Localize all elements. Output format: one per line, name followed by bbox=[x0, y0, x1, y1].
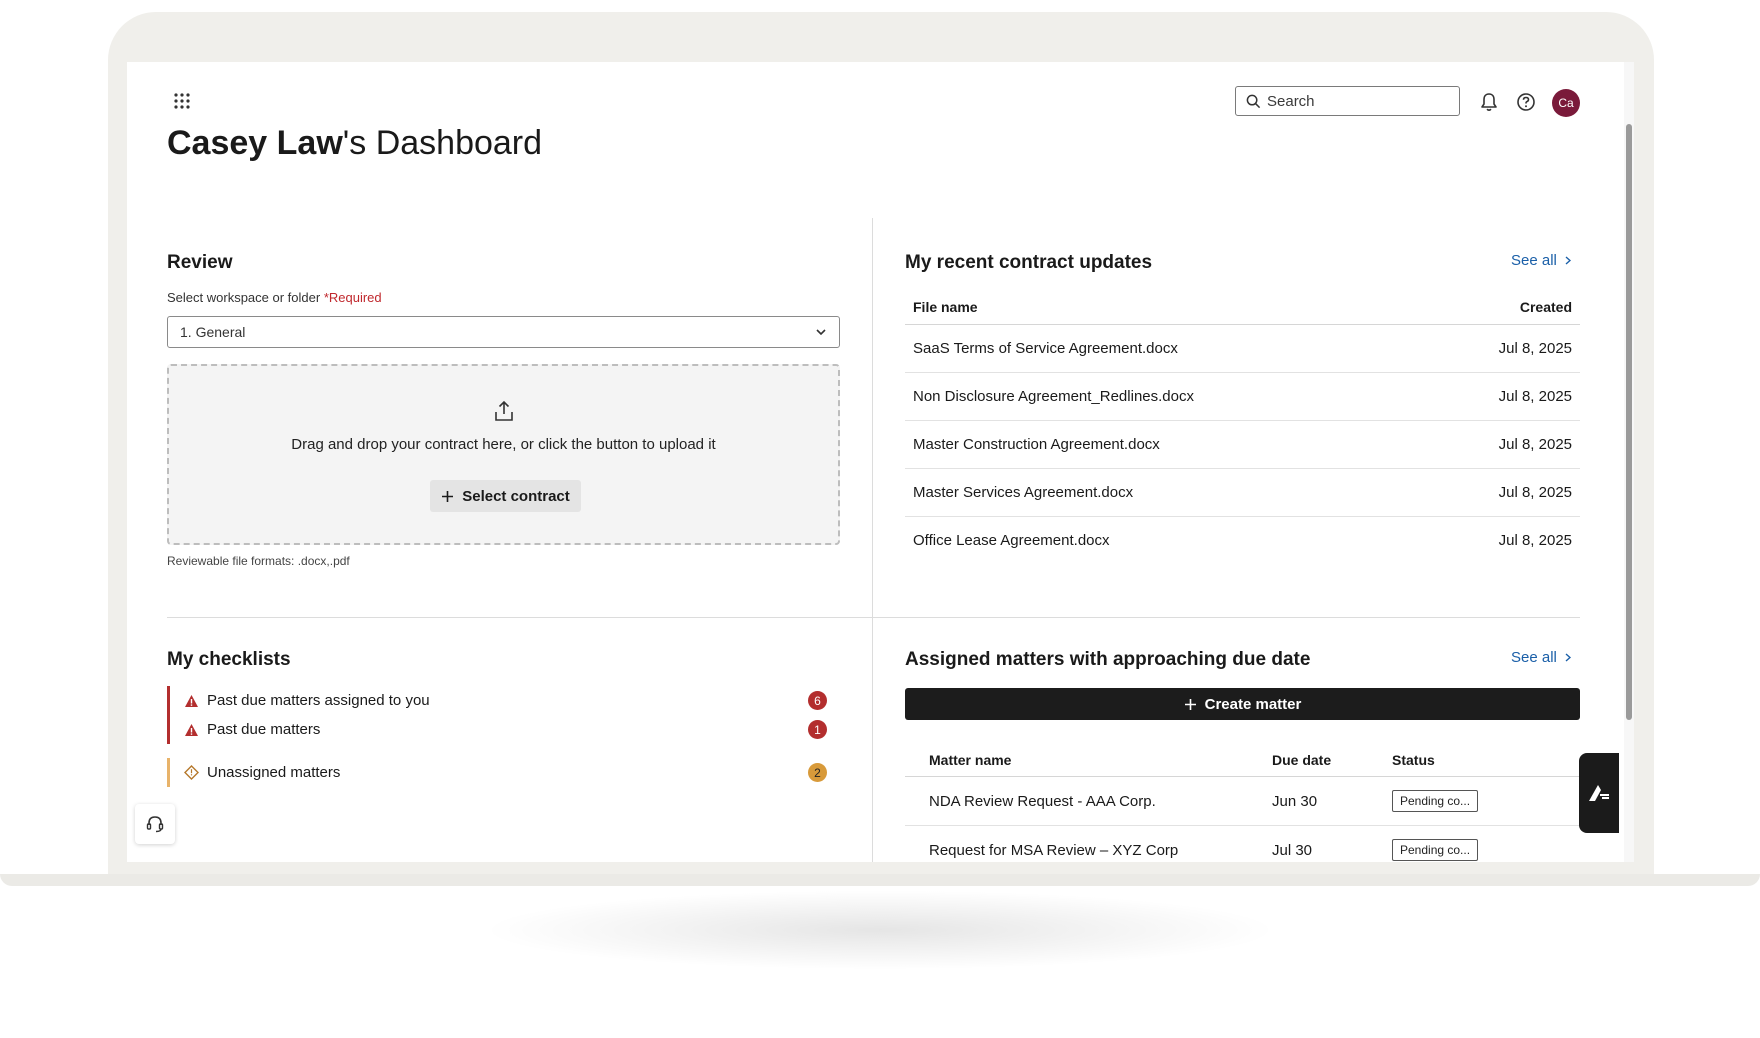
status-badge: Pending co... bbox=[1392, 839, 1479, 861]
search-input[interactable]: Search bbox=[1235, 86, 1460, 116]
status-cell: Pending co... bbox=[1392, 776, 1580, 826]
chevron-down-icon bbox=[816, 329, 826, 336]
matter-name-cell[interactable]: Request for MSA Review – XYZ Corp bbox=[905, 825, 1272, 862]
chevron-right-icon bbox=[1565, 653, 1571, 662]
created-cell: Jul 8, 2025 bbox=[1423, 420, 1580, 469]
contracts-see-all-link[interactable]: See all bbox=[1511, 252, 1571, 269]
plus-icon bbox=[442, 490, 454, 502]
app-screen: Casey Law's Dashboard Search Ca Review S… bbox=[127, 62, 1634, 862]
checklist-item-past-due[interactable]: Past due matters 1 bbox=[184, 715, 827, 744]
checklist-item-unassigned[interactable]: Unassigned matters 2 bbox=[184, 758, 827, 787]
file-name-cell[interactable]: Non Disclosure Agreement_Redlines.docx bbox=[905, 372, 1424, 421]
warning-diamond-icon bbox=[184, 765, 199, 780]
column-divider bbox=[872, 218, 873, 862]
created-cell: Jul 8, 2025 bbox=[1423, 324, 1580, 373]
column-header-due-date: Due date bbox=[1272, 744, 1392, 777]
contracts-title: My recent contract updates bbox=[905, 252, 1153, 273]
row-divider bbox=[167, 617, 1580, 618]
page-title: Casey Law's Dashboard bbox=[167, 124, 542, 163]
table-header-row: File name Created bbox=[905, 290, 1580, 325]
table-row[interactable]: Master Services Agreement.docx Jul 8, 202… bbox=[905, 468, 1580, 517]
search-icon bbox=[1246, 94, 1261, 108]
due-date-cell: Jun 30 bbox=[1272, 776, 1392, 826]
checklist-item-label: Past due matters assigned to you bbox=[207, 692, 430, 709]
page-title-name: Casey Law bbox=[167, 124, 343, 162]
assistant-logo-icon bbox=[1589, 785, 1609, 801]
matter-name-cell[interactable]: NDA Review Request - AAA Corp. bbox=[905, 776, 1272, 826]
required-marker: *Required bbox=[323, 290, 382, 305]
avatar[interactable]: Ca bbox=[1552, 89, 1580, 117]
support-button[interactable] bbox=[135, 804, 175, 844]
column-header-created: Created bbox=[1423, 290, 1580, 325]
count-badge: 6 bbox=[808, 691, 827, 710]
upload-icon bbox=[495, 400, 513, 421]
matters-title: Assigned matters with approaching due da… bbox=[905, 649, 1311, 670]
due-date-cell: Jul 30 bbox=[1272, 825, 1392, 862]
review-title: Review bbox=[167, 252, 233, 273]
workspace-select[interactable]: 1. General bbox=[167, 316, 840, 348]
created-cell: Jul 8, 2025 bbox=[1423, 468, 1580, 517]
count-badge: 1 bbox=[808, 720, 827, 739]
search-placeholder: Search bbox=[1267, 92, 1315, 110]
matters-table: Matter name Due date Status NDA Review R… bbox=[905, 744, 1580, 862]
contracts-table: File name Created SaaS Terms of Service … bbox=[905, 290, 1580, 564]
contract-drop-zone[interactable]: Drag and drop your contract here, or cli… bbox=[167, 364, 840, 545]
app-launcher-icon[interactable] bbox=[173, 92, 191, 110]
workspace-select-value: 1. General bbox=[180, 324, 246, 340]
see-all-label: See all bbox=[1511, 252, 1557, 269]
status-badge: Pending co... bbox=[1392, 790, 1479, 812]
table-header-row: Matter name Due date Status bbox=[905, 744, 1580, 777]
warning-triangle-icon bbox=[185, 694, 198, 707]
file-name-cell[interactable]: Master Services Agreement.docx bbox=[905, 468, 1424, 517]
warning-triangle-icon bbox=[185, 723, 198, 736]
plus-icon bbox=[1184, 698, 1196, 710]
status-cell: Pending co... bbox=[1392, 825, 1580, 862]
column-header-matter-name: Matter name bbox=[905, 744, 1272, 777]
headset-icon bbox=[146, 816, 164, 833]
table-row[interactable]: Non Disclosure Agreement_Redlines.docx Ju… bbox=[905, 372, 1580, 421]
workspace-label: Select workspace or folder *Required bbox=[167, 290, 382, 305]
drop-instructions: Drag and drop your contract here, or cli… bbox=[291, 436, 716, 453]
file-formats-note: Reviewable file formats: .docx,.pdf bbox=[167, 554, 350, 568]
unassigned-group: Unassigned matters 2 bbox=[167, 758, 827, 787]
scrollbar-thumb[interactable] bbox=[1626, 124, 1632, 720]
file-name-cell[interactable]: SaaS Terms of Service Agreement.docx bbox=[905, 324, 1424, 373]
table-row[interactable]: Office Lease Agreement.docx Jul 8, 2025 bbox=[905, 517, 1580, 565]
count-badge: 2 bbox=[808, 763, 827, 782]
page-title-suffix: 's Dashboard bbox=[342, 124, 543, 162]
create-matter-label: Create matter bbox=[1204, 695, 1302, 713]
created-cell: Jul 8, 2025 bbox=[1423, 372, 1580, 421]
past-due-group: Past due matters assigned to you 6 Past … bbox=[167, 686, 827, 744]
ai-assistant-tab[interactable] bbox=[1579, 753, 1619, 833]
select-contract-button[interactable]: Select contract bbox=[430, 480, 581, 512]
file-name-cell[interactable]: Master Construction Agreement.docx bbox=[905, 420, 1424, 469]
file-name-cell[interactable]: Office Lease Agreement.docx bbox=[905, 517, 1424, 565]
checklist-list: Past due matters assigned to you 6 Past … bbox=[167, 686, 827, 787]
select-contract-label: Select contract bbox=[462, 487, 570, 505]
workspace-label-text: Select workspace or folder bbox=[167, 290, 321, 305]
chevron-right-icon bbox=[1565, 256, 1571, 265]
table-row[interactable]: NDA Review Request - AAA Corp. Jun 30 Pe… bbox=[905, 776, 1580, 826]
checklist-item-past-due-assigned[interactable]: Past due matters assigned to you 6 bbox=[184, 686, 827, 715]
checklist-item-label: Past due matters bbox=[207, 721, 321, 738]
bell-icon[interactable] bbox=[1480, 92, 1498, 112]
help-icon[interactable] bbox=[1516, 92, 1536, 112]
created-cell: Jul 8, 2025 bbox=[1498, 532, 1572, 549]
column-header-status: Status bbox=[1392, 744, 1580, 777]
table-row[interactable]: Master Construction Agreement.docx Jul 8,… bbox=[905, 420, 1580, 469]
table-row[interactable]: Request for MSA Review – XYZ Corp Jul 30… bbox=[905, 825, 1580, 862]
matters-see-all-link[interactable]: See all bbox=[1511, 649, 1571, 666]
table-row[interactable]: SaaS Terms of Service Agreement.docx Jul … bbox=[905, 324, 1580, 373]
checklists-title: My checklists bbox=[167, 649, 291, 670]
create-matter-button[interactable]: Create matter bbox=[905, 688, 1580, 720]
checklist-item-label: Unassigned matters bbox=[207, 764, 341, 781]
column-header-file-name: File name bbox=[905, 290, 1424, 325]
see-all-label: See all bbox=[1511, 649, 1557, 666]
laptop-base bbox=[0, 874, 1760, 886]
device-shadow bbox=[480, 890, 1280, 970]
